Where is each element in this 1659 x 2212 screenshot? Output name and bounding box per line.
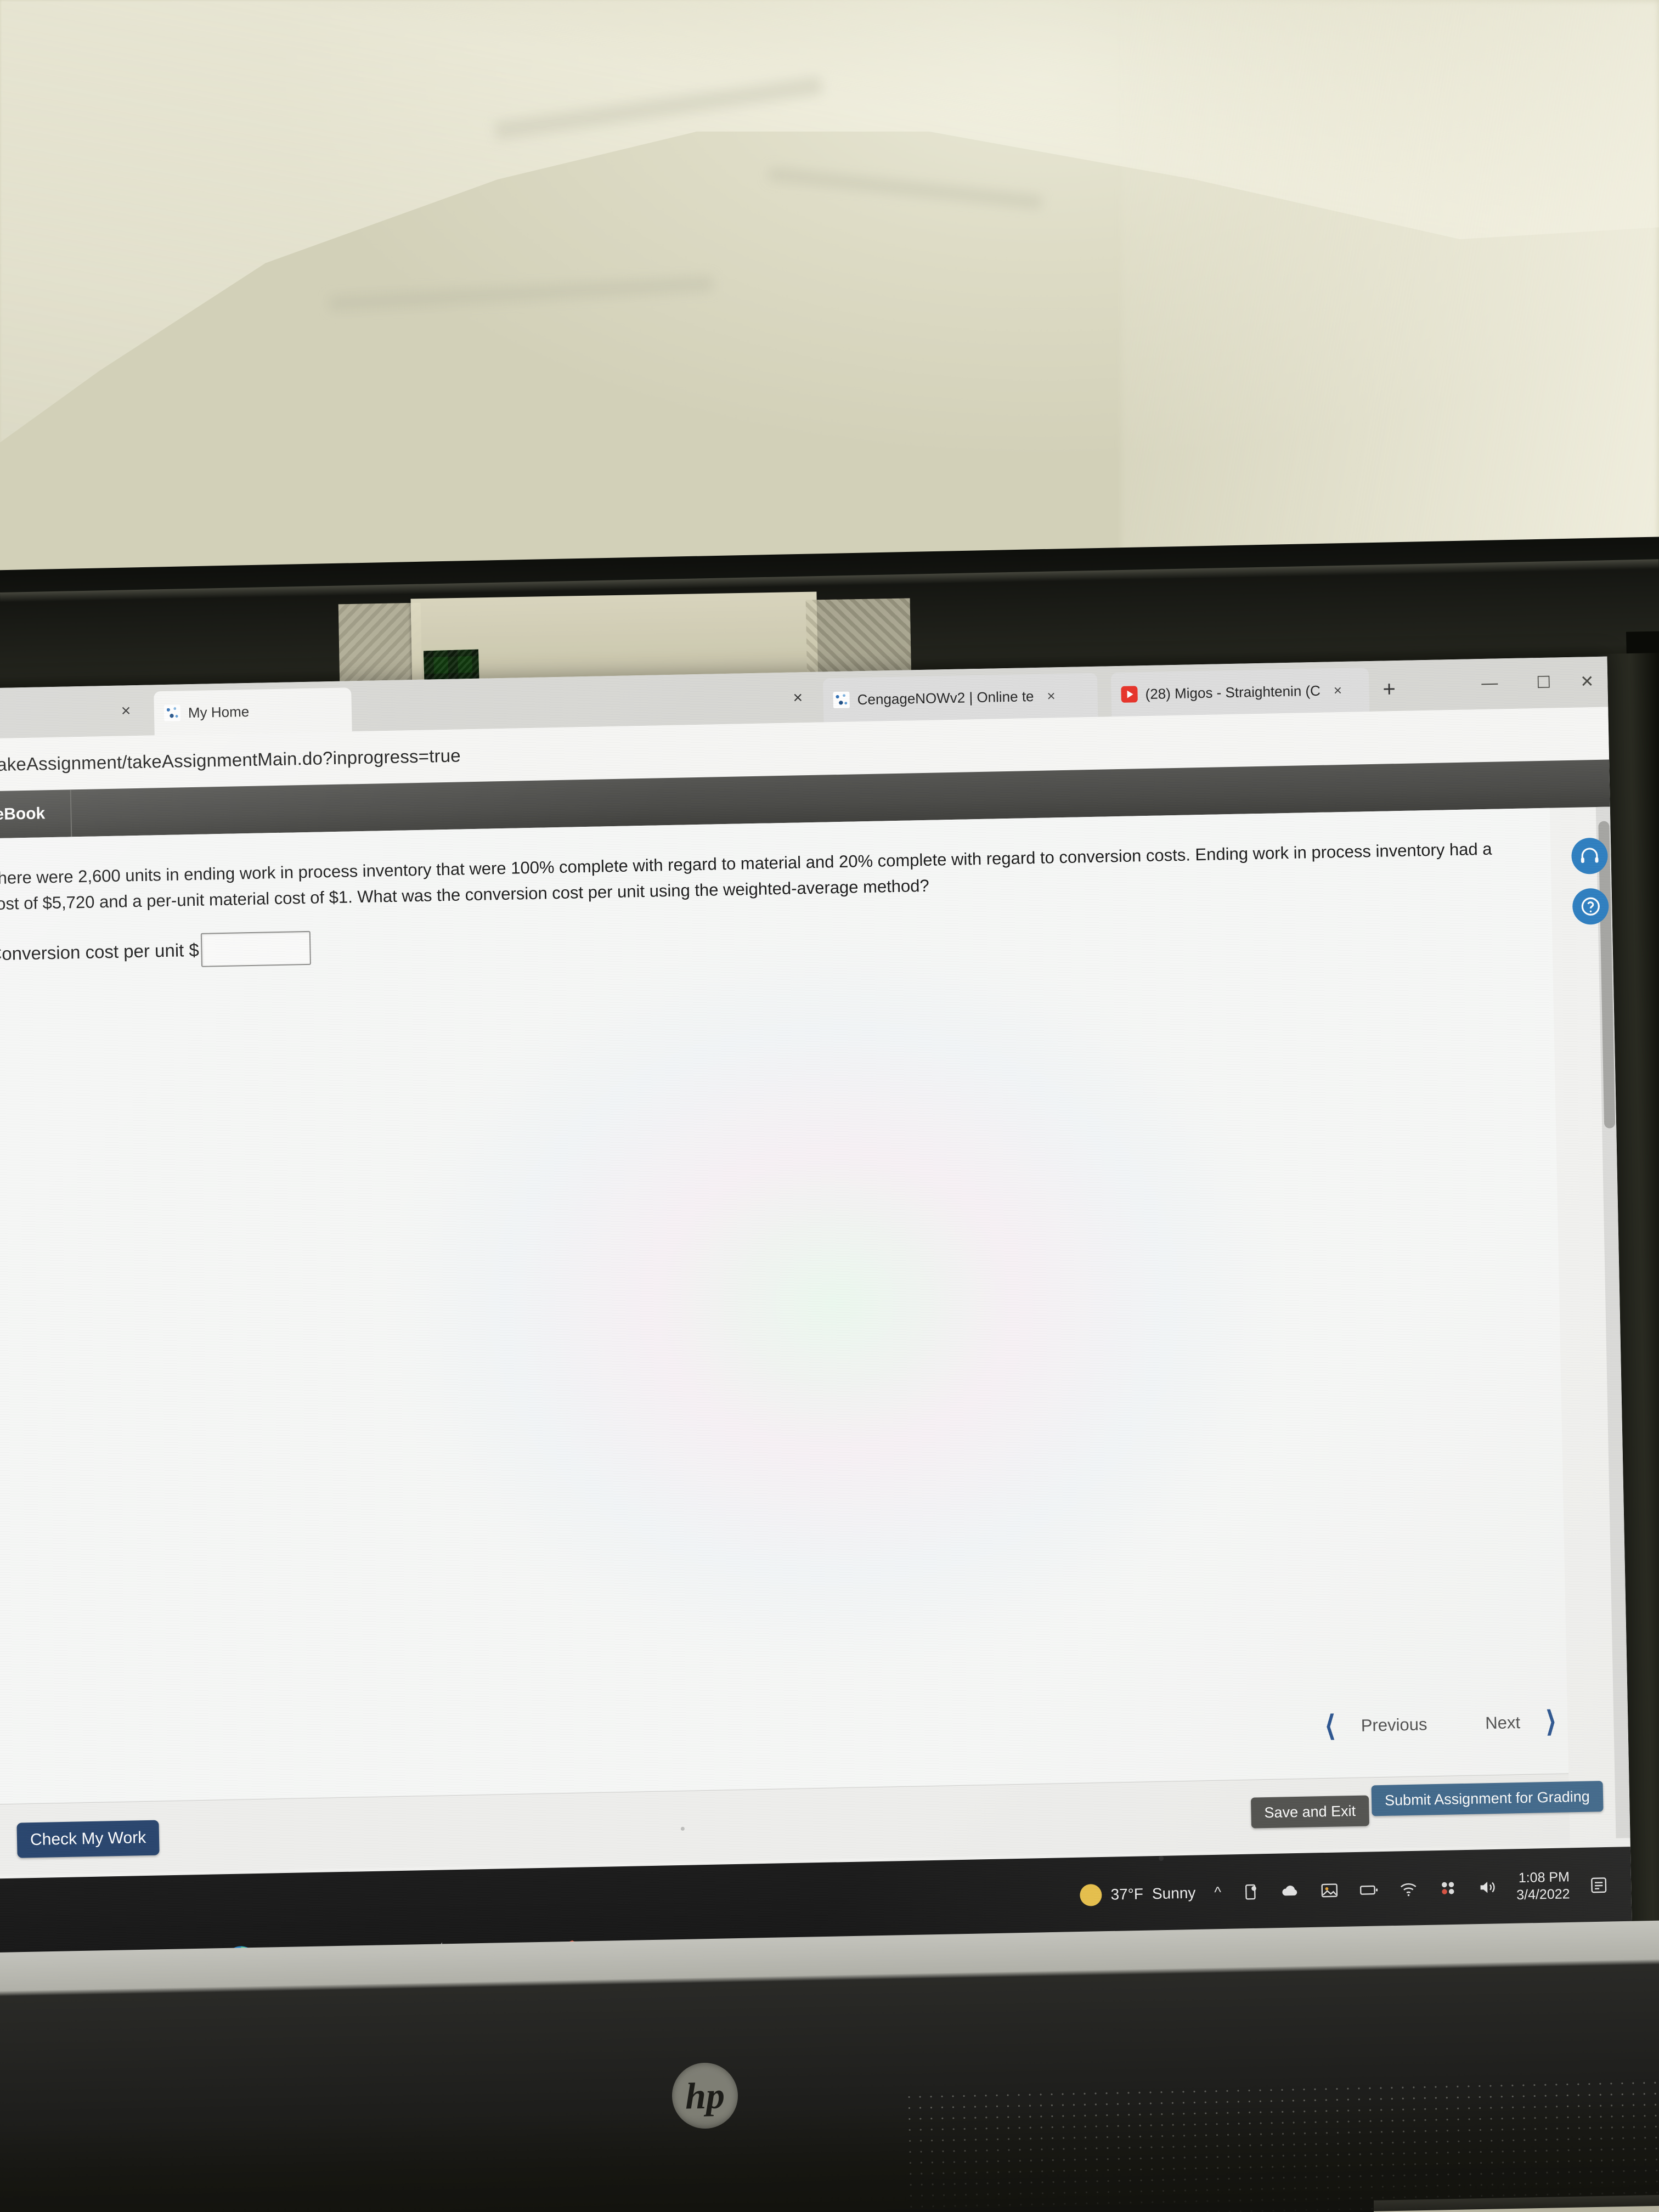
question-text: There were 2,600 units in ending work in…: [0, 839, 1492, 913]
notification-center-icon[interactable]: [1588, 1875, 1610, 1896]
wifi-icon[interactable]: [1398, 1878, 1419, 1899]
photo-scene: 1/1 × My Home × CengageNOWv2 | Online te…: [0, 0, 1659, 2212]
weather-widget[interactable]: 37°F Sunny: [1080, 1882, 1196, 1906]
laptop-screen: × My Home × CengageNOWv2 | Online te × (…: [0, 656, 1633, 2000]
tab-close-icon[interactable]: ×: [793, 689, 803, 707]
dust-speck: [1159, 1855, 1164, 1861]
submit-assignment-button[interactable]: Submit Assignment for Grading: [1371, 1781, 1604, 1816]
side-help-buttons: [1571, 837, 1609, 925]
weather-condition: Sunny: [1152, 1884, 1196, 1902]
next-button[interactable]: Next: [1485, 1713, 1520, 1733]
clock-time: 1:08 PM: [1518, 1869, 1570, 1886]
cloud-icon[interactable]: [1279, 1881, 1301, 1902]
support-headset-icon[interactable]: [1571, 837, 1609, 874]
onedrive-icon[interactable]: [1240, 1881, 1261, 1903]
maximize-button[interactable]: ☐: [1536, 673, 1551, 693]
minimize-button[interactable]: —: [1481, 674, 1498, 693]
volume-icon[interactable]: [1477, 1877, 1498, 1898]
tab-close-icon[interactable]: ×: [1047, 687, 1056, 704]
page-navigation: ⟨ Previous Next ⟩: [1324, 1706, 1557, 1742]
address-input[interactable]: n/ilrn/takeAssignment/takeAssignmentMain…: [0, 745, 461, 776]
save-and-exit-button[interactable]: Save and Exit: [1250, 1795, 1369, 1829]
answer-row: Conversion cost per unit $: [0, 930, 312, 971]
clock-date: 3/4/2022: [1516, 1886, 1570, 1903]
previous-chevron-icon[interactable]: ⟨: [1324, 1711, 1336, 1742]
tab-label: CengageNOWv2 | Online te: [857, 687, 1034, 708]
taskbar-system-tray: 37°F Sunny ^ 1:08 PM 3/4/2022: [1080, 1867, 1610, 1912]
battery-icon[interactable]: [1358, 1879, 1380, 1900]
tab-my-home[interactable]: My Home: [154, 687, 352, 736]
check-my-work-button[interactable]: Check My Work: [16, 1820, 160, 1858]
tab-close-partial[interactable]: ×: [121, 702, 131, 720]
taskbar-clock[interactable]: 1:08 PM 3/4/2022: [1516, 1869, 1570, 1904]
show-hidden-icons-caret[interactable]: ^: [1214, 1884, 1221, 1901]
cengage-favicon: [833, 691, 850, 709]
tab-label: My Home: [188, 703, 250, 721]
tab-label: (28) Migos - Straightenin (C: [1145, 682, 1321, 702]
notification-dots-icon[interactable]: [1437, 1877, 1459, 1899]
weather-temperature: 37°F: [1110, 1885, 1144, 1903]
tab-close-icon[interactable]: ×: [1334, 682, 1342, 699]
close-window-button[interactable]: ✕: [1580, 672, 1594, 691]
previous-button[interactable]: Previous: [1361, 1714, 1427, 1735]
help-question-icon[interactable]: [1572, 888, 1609, 925]
photos-icon[interactable]: [1319, 1880, 1340, 1901]
answer-label: Conversion cost per unit $: [0, 939, 200, 964]
dust-speck: [680, 1826, 685, 1831]
wall-right: [1121, 0, 1659, 620]
conversion-cost-input[interactable]: [201, 930, 312, 967]
tab-youtube-migos[interactable]: (28) Migos - Straightenin (C ×: [1110, 668, 1370, 717]
cengage-favicon: [163, 704, 181, 721]
youtube-favicon: [1121, 686, 1138, 703]
tape-torn-edge-left: [338, 602, 422, 687]
new-tab-button[interactable]: +: [1383, 677, 1396, 702]
tab-cengagenow[interactable]: CengageNOWv2 | Online te ×: [822, 673, 1098, 723]
ebook-tab[interactable]: eBook: [0, 789, 72, 839]
next-chevron-icon[interactable]: ⟩: [1545, 1706, 1557, 1738]
sun-icon: [1080, 1883, 1102, 1906]
assignment-page: There were 2,600 units in ending work in…: [0, 808, 1604, 1876]
